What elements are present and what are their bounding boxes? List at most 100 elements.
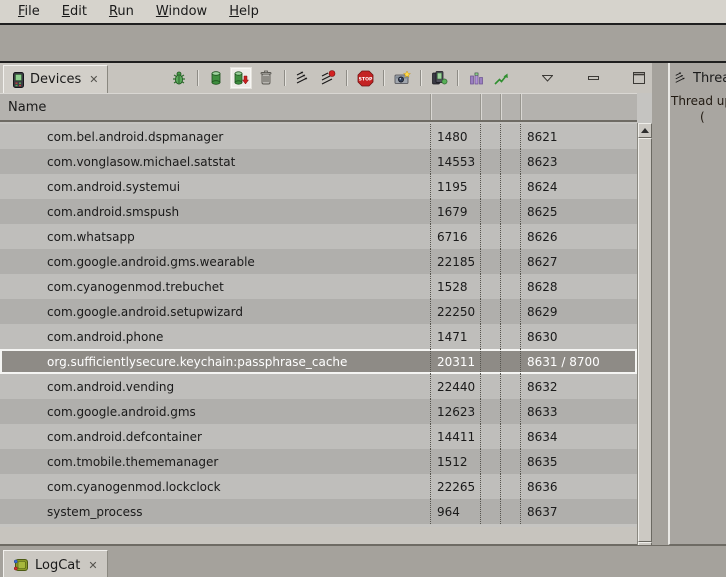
stop-process-icon[interactable]: STOP [356, 69, 374, 87]
process-name-cell: com.bel.android.dspmanager [0, 124, 430, 149]
table-row[interactable]: com.android.systemui11958624 [0, 174, 637, 199]
blank-cell [480, 474, 500, 499]
vertical-scrollbar-thumb[interactable] [638, 138, 652, 542]
table-row[interactable]: com.tmobile.thememanager15128635 [0, 449, 637, 474]
table-row[interactable]: com.android.smspush16798625 [0, 199, 637, 224]
pid-cell: 1471 [430, 324, 480, 349]
devices-view: Devices ✕ [0, 63, 652, 545]
port-cell: 8630 [520, 324, 637, 349]
update-threads-icon[interactable] [294, 69, 312, 87]
toolbar-separator [197, 70, 198, 86]
blank-cell [500, 449, 520, 474]
main-area: Devices ✕ [0, 63, 726, 545]
column-header-blank-1[interactable] [480, 94, 500, 120]
menu-item-help[interactable]: Help [219, 2, 271, 21]
close-icon[interactable]: ✕ [88, 559, 97, 572]
menu-item-edit[interactable]: Edit [52, 2, 99, 21]
debug-process-icon[interactable] [170, 69, 188, 87]
process-name-cell: com.vonglasow.michael.satstat [0, 149, 430, 174]
column-header-blank-2[interactable] [500, 94, 520, 120]
menu-item-window[interactable]: Window [146, 2, 219, 21]
table-row[interactable]: com.vonglasow.michael.satstat145538623 [0, 149, 637, 174]
menu-item-file[interactable]: File [8, 2, 52, 21]
table-row[interactable]: com.google.android.setupwizard222508629 [0, 299, 637, 324]
maximize-icon[interactable] [630, 69, 648, 87]
network-arrow-icon[interactable] [492, 69, 510, 87]
table-row[interactable]: com.google.android.gms126238633 [0, 399, 637, 424]
dump-hprof-icon[interactable] [232, 69, 250, 87]
tab-threads[interactable]: Threads [670, 63, 726, 93]
logcat-panel: LogCat ✕ [0, 545, 726, 577]
toolbar-separator [284, 70, 285, 86]
blank-cell [480, 249, 500, 274]
process-name-cell: com.android.vending [0, 374, 430, 399]
update-heap-icon[interactable] [207, 69, 225, 87]
table-row[interactable]: com.google.android.gms.wearable221858627 [0, 249, 637, 274]
process-name-cell: com.android.systemui [0, 174, 430, 199]
view-menu-chevron-icon[interactable] [538, 69, 556, 87]
column-header-port[interactable] [520, 94, 637, 120]
pid-cell: 14553 [430, 149, 480, 174]
table-row[interactable]: org.sufficientlysecure.keychain:passphra… [0, 349, 637, 374]
process-name-cell: org.sufficientlysecure.keychain:passphra… [0, 349, 430, 374]
blank-cell [480, 499, 500, 524]
blank-cell [480, 274, 500, 299]
toolbar-separator [383, 70, 384, 86]
tab-devices-label: Devices [30, 72, 81, 87]
panel-sash[interactable] [652, 63, 668, 545]
process-name-cell: com.google.android.setupwizard [0, 299, 430, 324]
process-name-cell: system_process [0, 499, 430, 524]
menu-item-run[interactable]: Run [99, 2, 146, 21]
blank-cell [500, 374, 520, 399]
table-row[interactable]: com.android.vending224408632 [0, 374, 637, 399]
table-row[interactable]: com.android.defcontainer144118634 [0, 424, 637, 449]
port-cell: 8626 [520, 224, 637, 249]
process-name-cell: com.google.android.gms.wearable [0, 249, 430, 274]
blank-cell [480, 424, 500, 449]
device-screens-icon[interactable] [430, 69, 448, 87]
port-cell: 8636 [520, 474, 637, 499]
scroll-up-button[interactable] [638, 123, 652, 138]
table-row[interactable]: com.android.phone14718630 [0, 324, 637, 349]
column-header-name[interactable]: Name [0, 94, 430, 120]
toolbar-separator [420, 70, 421, 86]
blank-cell [480, 399, 500, 424]
cause-gc-trash-icon[interactable] [257, 69, 275, 87]
pid-cell: 6716 [430, 224, 480, 249]
column-header-pid[interactable] [430, 94, 480, 120]
pid-cell: 964 [430, 499, 480, 524]
process-name-cell: com.cyanogenmod.lockclock [0, 474, 430, 499]
port-cell: 8633 [520, 399, 637, 424]
tab-devices[interactable]: Devices ✕ [3, 65, 108, 93]
minimize-icon[interactable] [584, 69, 602, 87]
start-method-profiling-icon[interactable] [319, 69, 337, 87]
vertical-scrollbar[interactable] [637, 123, 652, 557]
threads-message: Thread up ( [670, 93, 726, 125]
table-row[interactable]: com.cyanogenmod.lockclock222658636 [0, 474, 637, 499]
table-row[interactable]: com.cyanogenmod.trebuchet15288628 [0, 274, 637, 299]
tab-threads-label: Threads [693, 71, 726, 86]
port-cell: 8631 / 8700 [520, 349, 637, 374]
blank-cell [500, 324, 520, 349]
table-row[interactable]: com.bel.android.dspmanager14808621 [0, 124, 637, 149]
screen-capture-camera-icon[interactable] [393, 69, 411, 87]
port-cell: 8629 [520, 299, 637, 324]
blank-cell [500, 474, 520, 499]
table-row[interactable]: system_process9648637 [0, 499, 637, 524]
blank-cell [480, 149, 500, 174]
blank-cell [500, 149, 520, 174]
blank-cell [500, 199, 520, 224]
process-name-cell: com.android.defcontainer [0, 424, 430, 449]
pid-cell: 1528 [430, 274, 480, 299]
pid-cell: 20311 [430, 349, 480, 374]
process-name-cell: com.google.android.gms [0, 399, 430, 424]
heap-bars-icon[interactable] [467, 69, 485, 87]
threads-icon [674, 71, 688, 85]
port-cell: 8632 [520, 374, 637, 399]
table-row[interactable]: com.whatsapp67168626 [0, 224, 637, 249]
port-cell: 8628 [520, 274, 637, 299]
tab-logcat[interactable]: LogCat ✕ [3, 550, 108, 577]
empty-toolbar-strip [0, 27, 726, 63]
close-icon[interactable]: ✕ [89, 73, 98, 86]
blank-cell [500, 299, 520, 324]
